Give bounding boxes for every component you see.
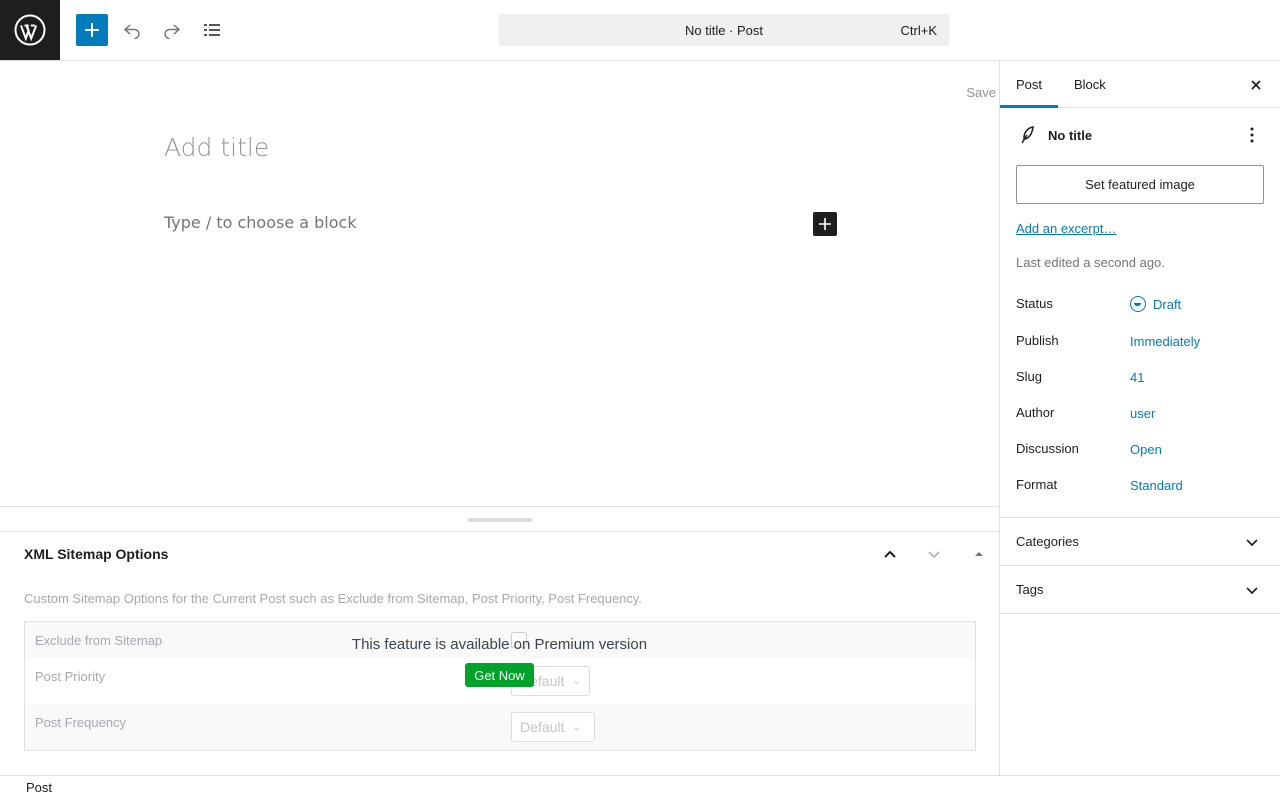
editor-header: No title · Post Ctrl+K (0, 0, 1280, 61)
priority-label: Post Priority (35, 669, 106, 684)
format-label: Format (1016, 477, 1058, 492)
slug-label: Slug (1016, 369, 1043, 384)
status-value: Draft (1153, 296, 1182, 312)
publish-label: Publish (1016, 333, 1059, 348)
command-shortcut: Ctrl+K (900, 23, 937, 38)
last-edited-text: Last edited a second ago. (1016, 255, 1165, 270)
move-up-button[interactable] (878, 542, 902, 566)
discussion-button[interactable]: Open (1130, 442, 1162, 457)
format-button[interactable]: Standard (1130, 478, 1183, 493)
move-down-button[interactable] (922, 542, 946, 566)
tags-label: Tags (1016, 582, 1044, 597)
document-overview-button[interactable] (196, 14, 228, 46)
author-button[interactable]: user (1130, 406, 1155, 421)
add-excerpt-link[interactable]: Add an excerpt… (1016, 221, 1116, 236)
frequency-select[interactable]: Default ⌄ (511, 712, 595, 742)
meta-boxes-resize-handle[interactable] (0, 506, 999, 532)
plus-icon (819, 218, 831, 230)
frequency-label: Post Frequency (35, 715, 127, 730)
chevron-down-icon (928, 551, 940, 559)
post-title-input[interactable]: Add title (164, 133, 269, 162)
chevron-down-icon (1240, 530, 1264, 554)
tab-block[interactable]: Block (1058, 61, 1122, 108)
status-label: Status (1016, 296, 1053, 311)
tags-panel-toggle[interactable]: Tags (1000, 565, 1280, 613)
get-now-button[interactable]: Get Now (465, 663, 534, 687)
draft-status-icon (1130, 296, 1146, 312)
xml-sitemap-metabox: XML Sitemap Options Custom Sitemap Optio… (0, 532, 999, 775)
tab-post[interactable]: Post (1000, 61, 1058, 108)
chevron-down-icon: ⌄ (572, 721, 581, 733)
editor-canvas: Save Add title Type / to choose a block (0, 61, 999, 506)
block-placeholder[interactable]: Type / to choose a block (164, 213, 357, 232)
redo-icon (164, 24, 181, 40)
document-title: No title · Post (684, 22, 764, 38)
premium-message: This feature is available on Premium ver… (351, 636, 648, 653)
caret-up-icon (975, 552, 983, 556)
metabox-title: XML Sitemap Options (24, 546, 169, 562)
discussion-label: Discussion (1016, 441, 1079, 456)
categories-panel-toggle[interactable]: Categories (1000, 517, 1280, 565)
status-button[interactable]: Draft (1130, 296, 1181, 312)
save-draft-button[interactable]: Save (966, 85, 996, 100)
resize-handle-bar[interactable] (468, 518, 532, 522)
set-featured-image-button[interactable]: Set featured image (1016, 165, 1264, 204)
sidebar-tabs: Post Block (1000, 61, 1280, 108)
close-settings-button[interactable] (1244, 73, 1268, 97)
settings-sidebar: Post Block No title Set featured image A… (999, 61, 1280, 775)
post-actions-menu-button[interactable] (1240, 123, 1264, 147)
chevron-down-icon (1240, 578, 1264, 602)
plus-icon (85, 23, 99, 37)
table-row: Post Frequency Default ⌄ (25, 704, 975, 750)
chevron-up-icon (884, 550, 896, 558)
wordpress-icon (14, 14, 46, 46)
list-view-icon (204, 24, 220, 36)
chevron-down-icon: ⌄ (572, 675, 581, 687)
add-block-button[interactable] (813, 212, 837, 236)
redo-button[interactable] (156, 14, 188, 46)
panel-divider (1000, 613, 1280, 614)
slug-button[interactable]: 41 (1130, 370, 1144, 385)
command-palette-bar[interactable]: No title · Post Ctrl+K (499, 14, 949, 46)
editor-footer: Post (0, 775, 1280, 800)
metabox-description: Custom Sitemap Options for the Current P… (24, 591, 642, 606)
publish-date-button[interactable]: Immediately (1130, 334, 1200, 349)
feather-icon (1021, 126, 1034, 144)
wordpress-logo-button[interactable] (0, 0, 60, 60)
undo-icon (123, 24, 140, 40)
post-summary-title: No title (1048, 128, 1093, 143)
frequency-select-value: Default (520, 719, 565, 735)
author-label: Author (1016, 405, 1055, 420)
breadcrumb[interactable]: Post (26, 780, 52, 795)
categories-label: Categories (1016, 534, 1079, 549)
close-icon (1251, 80, 1261, 90)
toggle-panel-button[interactable] (967, 542, 991, 566)
undo-button[interactable] (116, 14, 148, 46)
more-vertical-icon (1250, 127, 1254, 143)
block-inserter-button[interactable] (76, 14, 108, 46)
